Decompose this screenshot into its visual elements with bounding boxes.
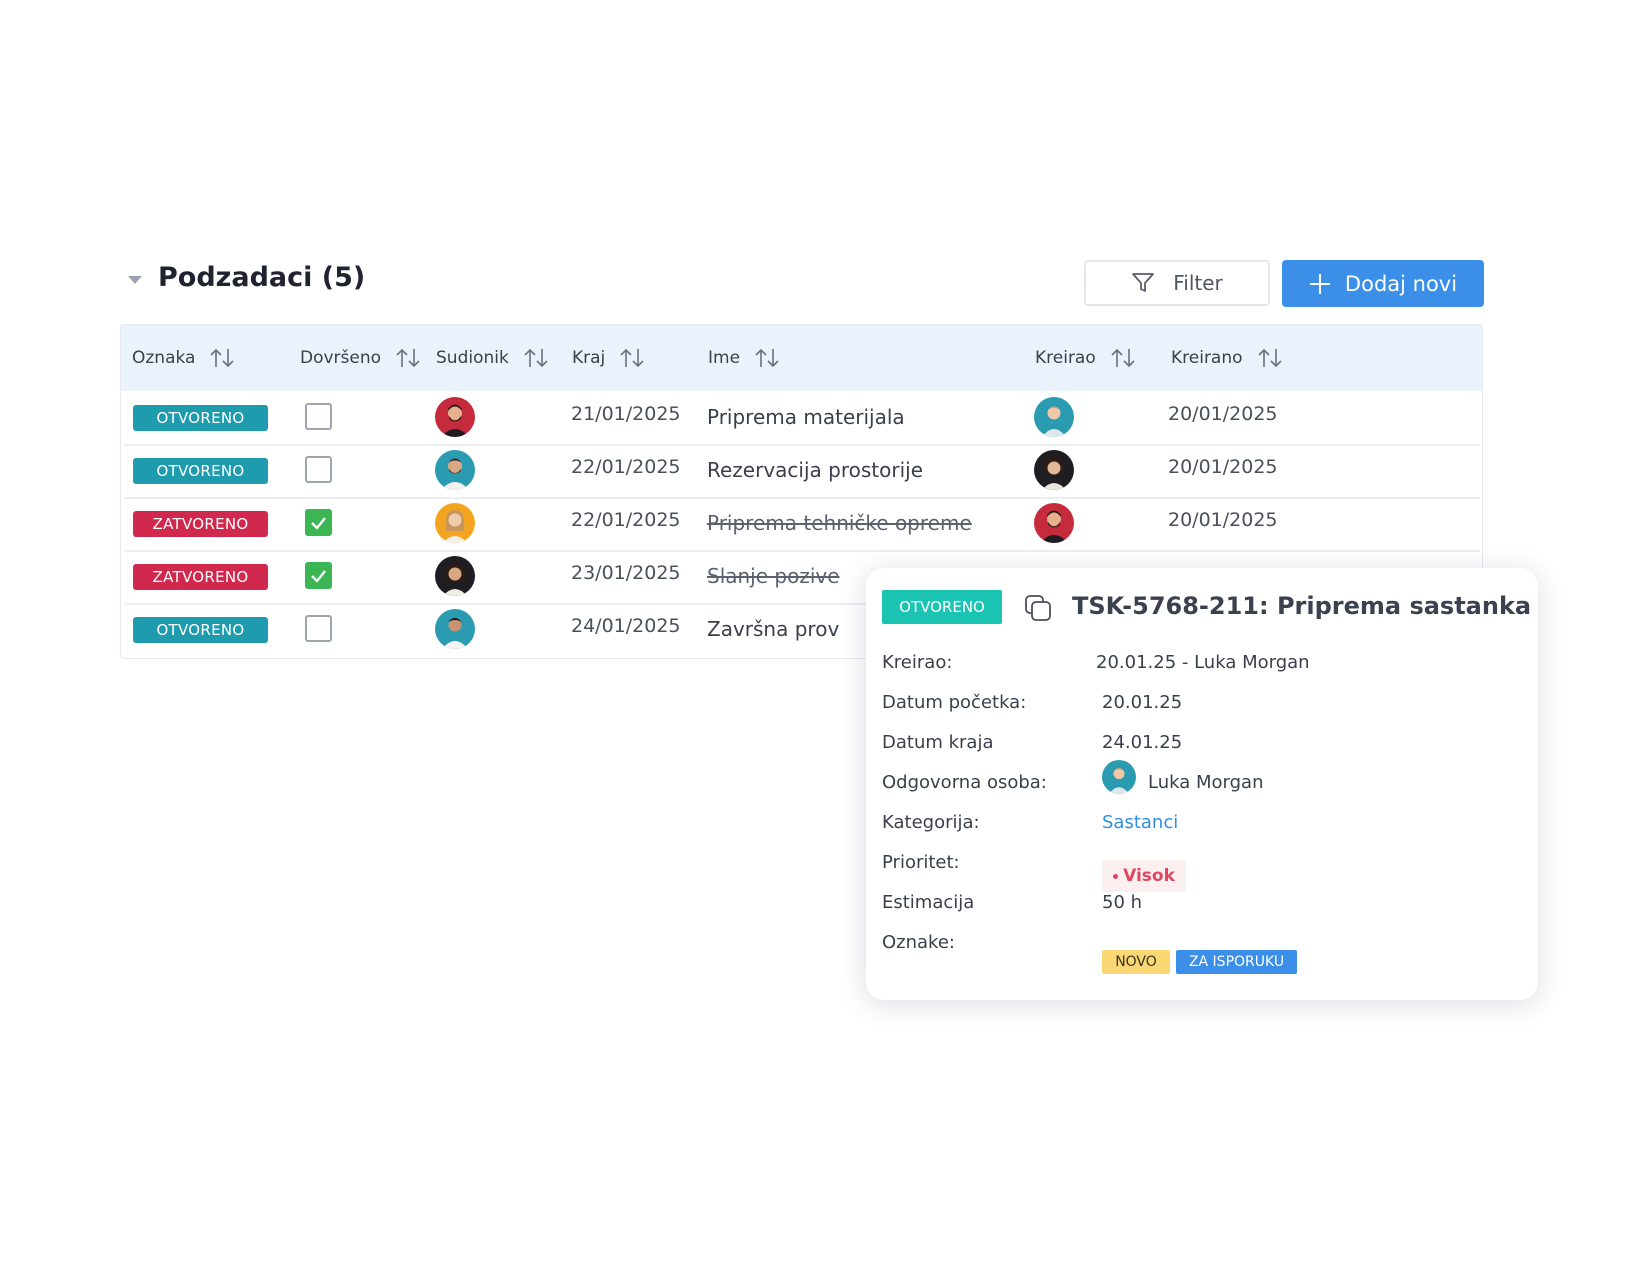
task-name[interactable]: Priprema materijala [707, 405, 905, 429]
owner-value: Luka Morgan [1148, 772, 1264, 793]
sort-icon[interactable] [754, 347, 780, 369]
status-badge: OTVORENO [133, 617, 268, 643]
column-header-sudionik[interactable]: Sudionik [436, 347, 549, 369]
sort-icon[interactable] [1257, 347, 1283, 369]
column-header-ime[interactable]: Ime [708, 347, 780, 369]
status-badge: OTVORENO [133, 405, 268, 431]
popup-status-badge: OTVORENO [882, 590, 1002, 624]
end-date-value: 24.01.25 [1102, 732, 1183, 753]
end-date: 22/01/2025 [571, 456, 681, 478]
end-date-label: Datum kraja [882, 732, 994, 753]
owner-label: Odgovorna osoba: [882, 772, 1047, 793]
tags-label: Oznake: [882, 932, 955, 953]
task-preview-popup: OTVORENO TSK-5768-211: Priprema sastanka… [866, 568, 1538, 1000]
avatar [1034, 503, 1074, 543]
filter-icon [1132, 273, 1155, 292]
section-title: Podzadaci (5) [158, 262, 366, 293]
table-row[interactable]: OTVORENO 21/01/2025 Priprema materijala … [125, 391, 1480, 446]
sort-icon[interactable] [619, 347, 645, 369]
priority-dot-icon [1113, 873, 1119, 879]
category-link[interactable]: Sastanci [1102, 812, 1178, 833]
avatar [1034, 397, 1074, 437]
created-date: 20/01/2025 [1168, 456, 1278, 478]
end-date: 24/01/2025 [571, 615, 681, 637]
status-badge: ZATVORENO [133, 564, 268, 590]
estimate-value: 50 h [1102, 892, 1143, 913]
plus-icon [1309, 273, 1330, 294]
column-header-kreirao[interactable]: Kreirao [1035, 347, 1136, 369]
copy-icon[interactable] [1024, 594, 1052, 622]
category-label: Kategorija: [882, 812, 980, 833]
column-header-dovrseno[interactable]: Dovršeno [300, 347, 421, 369]
done-checkbox[interactable] [305, 615, 332, 642]
table-header: Oznaka Dovršeno Sudionik Kraj Ime Kreira… [121, 325, 1482, 391]
checkmark-icon [311, 570, 326, 583]
created-date: 20/01/2025 [1168, 403, 1278, 425]
column-header-kraj[interactable]: Kraj [572, 347, 645, 369]
tag-novo: NOVO [1102, 950, 1170, 974]
sort-icon[interactable] [209, 347, 235, 369]
task-name[interactable]: Rezervacija prostorije [707, 458, 923, 482]
done-checkbox[interactable] [305, 562, 332, 589]
done-checkbox[interactable] [305, 403, 332, 430]
status-badge: ZATVORENO [133, 511, 268, 537]
task-name[interactable]: Slanje pozive [707, 564, 840, 588]
owner-avatar [1102, 760, 1136, 794]
avatar [1034, 450, 1074, 490]
start-date-label: Datum početka: [882, 692, 1027, 713]
estimate-label: Estimacija [882, 892, 975, 913]
end-date: 23/01/2025 [571, 562, 681, 584]
status-badge: OTVORENO [133, 458, 268, 484]
add-new-label: Dodaj novi [1344, 271, 1458, 296]
column-header-kreirano[interactable]: Kreirano [1171, 347, 1283, 369]
done-checkbox[interactable] [305, 456, 332, 483]
created-by-label: Kreirao: [882, 652, 953, 673]
avatar [435, 397, 475, 437]
sort-icon[interactable] [395, 347, 421, 369]
column-header-oznaka[interactable]: Oznaka [132, 347, 235, 369]
table-row[interactable]: OTVORENO 22/01/2025 Rezervacija prostori… [125, 444, 1480, 499]
table-row[interactable]: ZATVORENO 22/01/2025 Priprema tehničke o… [125, 497, 1480, 552]
sort-icon[interactable] [1110, 347, 1136, 369]
collapse-caret-icon[interactable] [128, 276, 142, 284]
task-name[interactable]: Završna prov [707, 617, 839, 641]
avatar [435, 450, 475, 490]
add-new-button[interactable]: Dodaj novi [1282, 260, 1484, 307]
start-date-value: 20.01.25 [1102, 692, 1183, 713]
popup-title[interactable]: TSK-5768-211: Priprema sastanka [1072, 592, 1531, 620]
created-date: 20/01/2025 [1168, 509, 1278, 531]
priority-label: Prioritet: [882, 852, 960, 873]
priority-value: Visok [1123, 866, 1175, 886]
sort-icon[interactable] [523, 347, 549, 369]
end-date: 22/01/2025 [571, 509, 681, 531]
tag-za-isporuku: ZA ISPORUKU [1176, 950, 1297, 974]
task-name[interactable]: Priprema tehničke opreme [707, 511, 972, 535]
filter-label: Filter [1173, 271, 1223, 295]
avatar [435, 503, 475, 543]
created-by-value: 20.01.25 - Luka Morgan [1096, 652, 1310, 673]
avatar [435, 556, 475, 596]
end-date: 21/01/2025 [571, 403, 681, 425]
filter-button[interactable]: Filter [1084, 260, 1270, 306]
avatar [435, 609, 475, 649]
priority-badge: Visok [1102, 860, 1186, 892]
done-checkbox[interactable] [305, 509, 332, 536]
checkmark-icon [311, 517, 326, 530]
